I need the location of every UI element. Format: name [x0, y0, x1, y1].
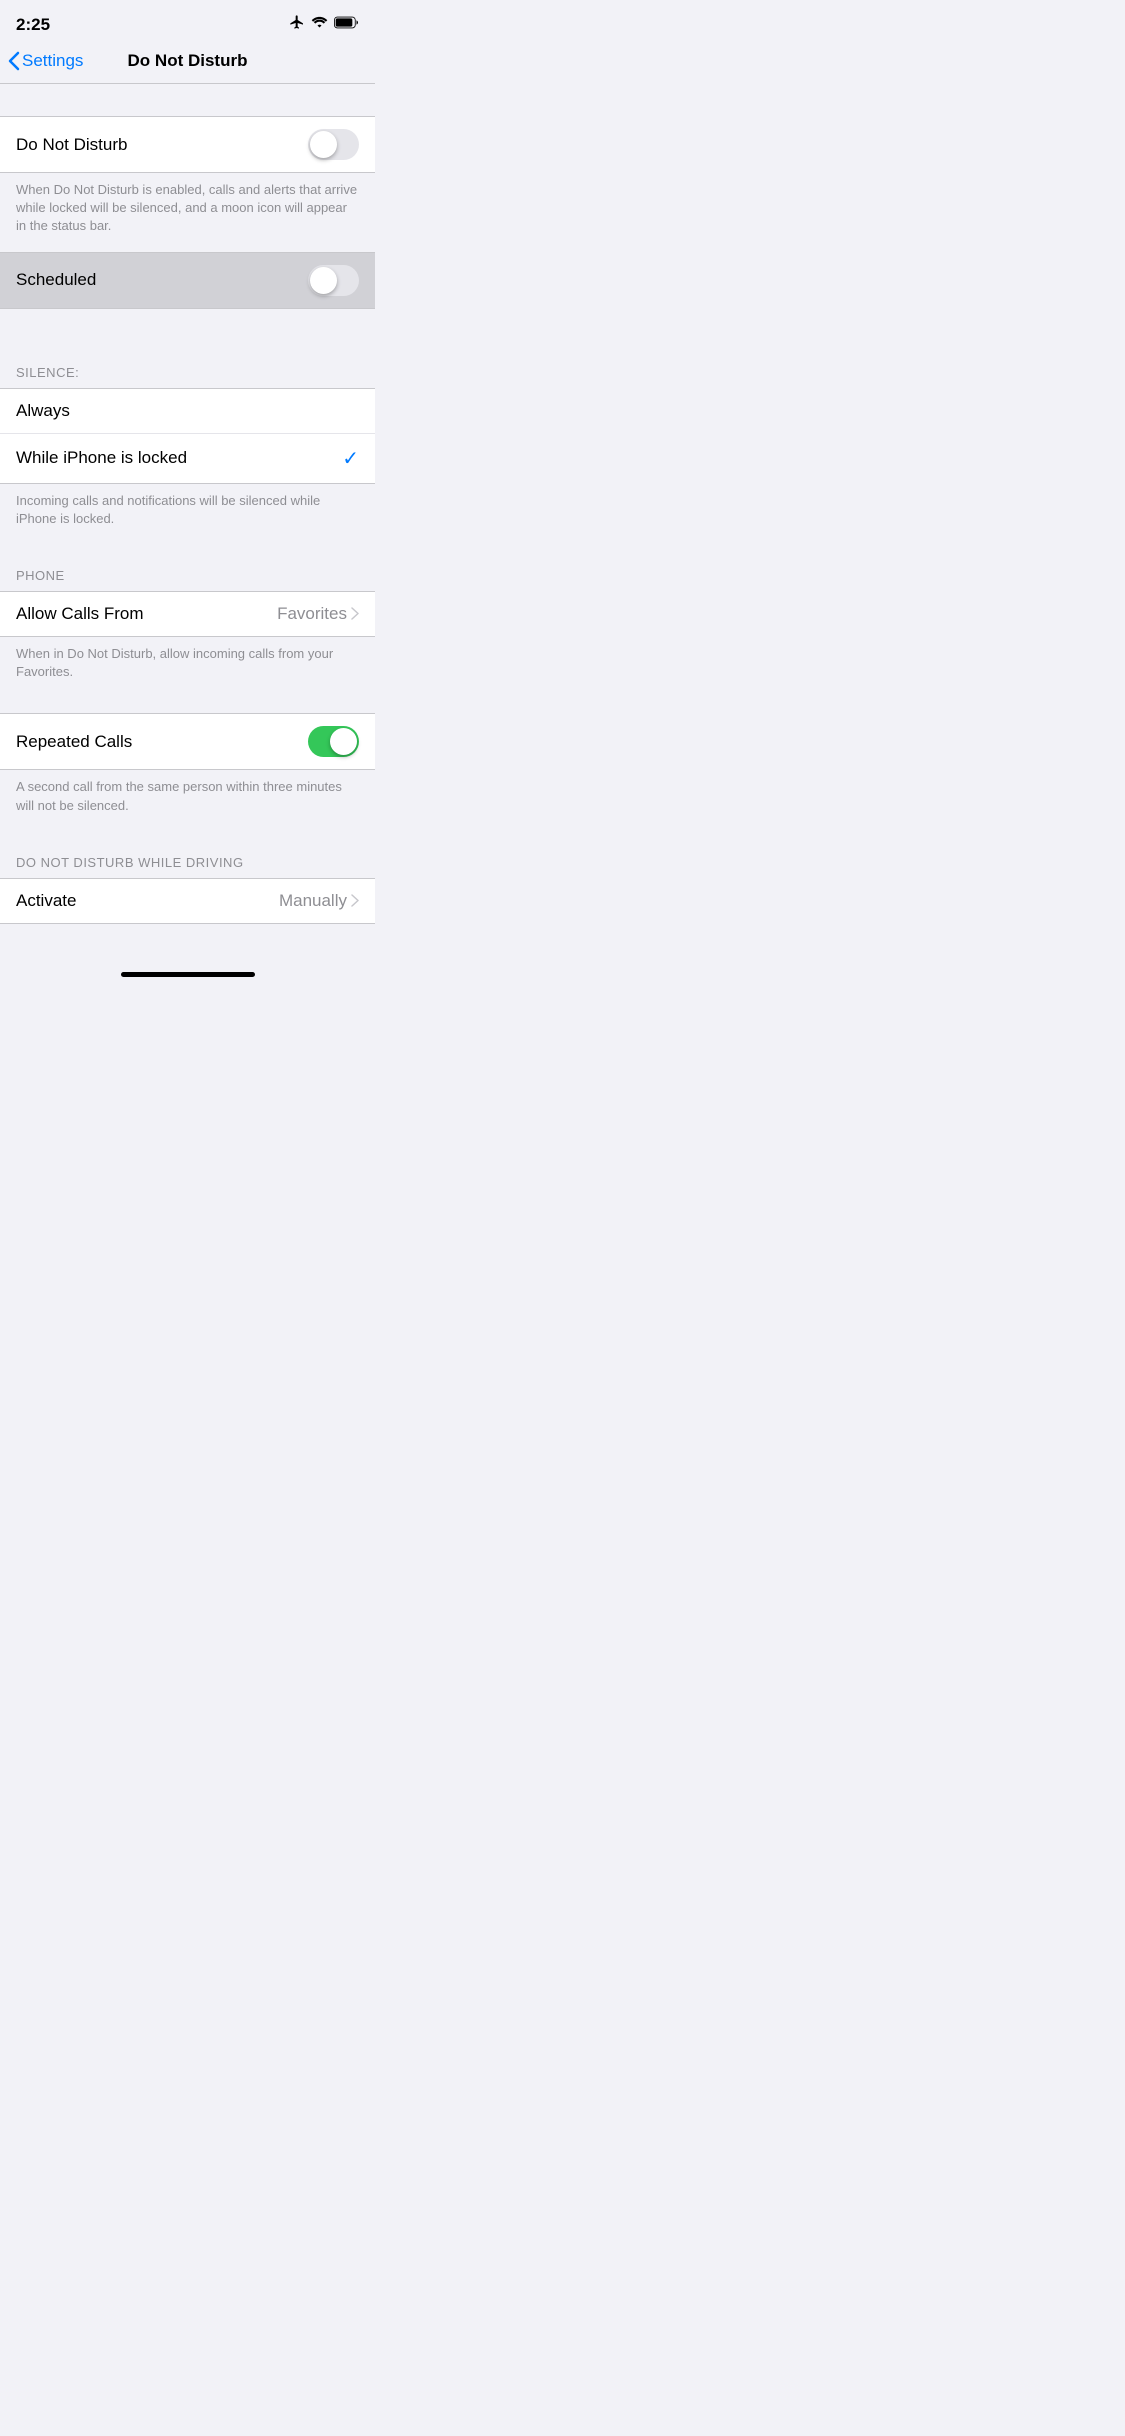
activate-value: Manually — [279, 891, 359, 911]
phone-section-header: PHONE — [0, 544, 375, 591]
silence-locked-label: While iPhone is locked — [16, 448, 187, 468]
back-button[interactable]: Settings — [8, 51, 83, 71]
do-not-disturb-section: Do Not Disturb — [0, 116, 375, 173]
do-not-disturb-toggle[interactable] — [308, 129, 359, 160]
silence-locked-row[interactable]: While iPhone is locked ✓ — [0, 433, 375, 483]
silence-section: Always While iPhone is locked ✓ — [0, 388, 375, 484]
silence-footer: Incoming calls and notifications will be… — [0, 484, 375, 544]
silence-locked-checkmark: ✓ — [342, 446, 359, 471]
airplane-icon — [289, 14, 305, 35]
repeated-calls-row: Repeated Calls — [0, 714, 375, 769]
activate-value-text: Manually — [279, 891, 347, 911]
activate-row[interactable]: Activate Manually — [0, 879, 375, 923]
status-icons — [289, 14, 359, 35]
chevron-right-icon — [351, 607, 359, 620]
nav-title: Do Not Disturb — [128, 51, 248, 71]
repeated-calls-toggle[interactable] — [308, 726, 359, 757]
home-indicator — [0, 964, 375, 981]
activate-label: Activate — [16, 891, 76, 911]
status-bar: 2:25 — [0, 0, 375, 43]
home-bar — [121, 972, 255, 977]
allow-calls-section: Allow Calls From Favorites — [0, 591, 375, 637]
nav-bar: Settings Do Not Disturb — [0, 43, 375, 83]
bottom-spacer — [0, 924, 375, 964]
battery-icon — [334, 16, 359, 34]
do-not-disturb-row: Do Not Disturb — [0, 117, 375, 172]
allow-calls-value-text: Favorites — [277, 604, 347, 624]
repeated-calls-section: Repeated Calls — [0, 713, 375, 770]
do-not-disturb-label: Do Not Disturb — [16, 135, 127, 155]
silence-always-label: Always — [16, 401, 70, 421]
allow-calls-row[interactable]: Allow Calls From Favorites — [0, 592, 375, 636]
do-not-disturb-footer: When Do Not Disturb is enabled, calls an… — [0, 173, 375, 252]
scheduled-toggle[interactable] — [308, 265, 359, 296]
back-label: Settings — [22, 51, 83, 71]
top-spacer — [0, 84, 375, 116]
scheduled-section: Scheduled — [0, 252, 375, 309]
silence-section-header: SILENCE: — [0, 341, 375, 388]
repeated-calls-footer: A second call from the same person withi… — [0, 770, 375, 830]
toggle-thumb — [310, 131, 337, 158]
spacer-2 — [0, 697, 375, 713]
scheduled-toggle-thumb — [310, 267, 337, 294]
allow-calls-label: Allow Calls From — [16, 604, 144, 624]
repeated-calls-label: Repeated Calls — [16, 732, 132, 752]
activate-section: Activate Manually — [0, 878, 375, 924]
scheduled-label: Scheduled — [16, 270, 96, 290]
wifi-icon — [311, 16, 328, 34]
repeated-calls-toggle-thumb — [330, 728, 357, 755]
silence-always-row[interactable]: Always — [0, 389, 375, 433]
activate-chevron-icon — [351, 894, 359, 907]
allow-calls-value: Favorites — [277, 604, 359, 624]
status-time: 2:25 — [16, 15, 50, 35]
scheduled-row: Scheduled — [0, 253, 375, 308]
allow-calls-footer: When in Do Not Disturb, allow incoming c… — [0, 637, 375, 697]
driving-section-header: DO NOT DISTURB WHILE DRIVING — [0, 831, 375, 878]
spacer-1 — [0, 309, 375, 341]
